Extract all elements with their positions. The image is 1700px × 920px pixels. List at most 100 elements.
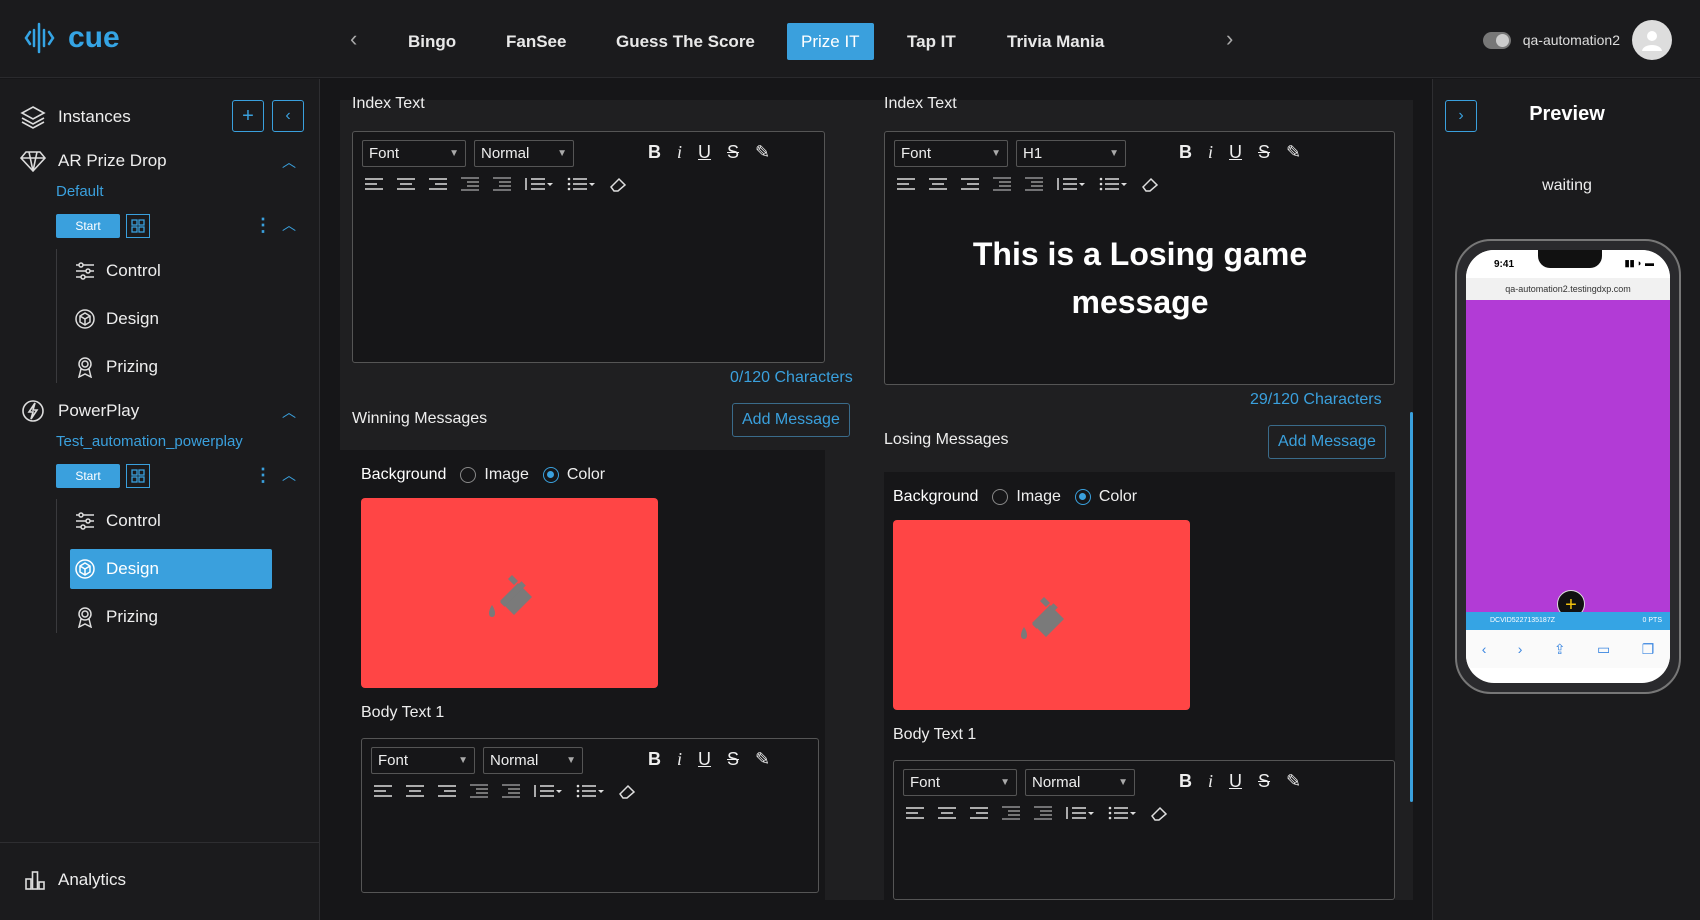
qr-code-button[interactable] xyxy=(126,464,150,488)
group-powerplay[interactable]: PowerPlay xyxy=(20,399,139,423)
tab-guess-the-score[interactable]: Guess The Score xyxy=(602,23,769,60)
indent-icon[interactable] xyxy=(502,784,520,798)
scrollbar[interactable] xyxy=(1410,412,1413,802)
address-bar[interactable]: qa-automation2.testingdxp.com xyxy=(1466,278,1670,300)
bullet-list-icon[interactable] xyxy=(1099,177,1127,191)
strikethrough-icon[interactable]: S xyxy=(727,749,739,770)
color-radio[interactable]: Color xyxy=(542,466,605,484)
underline-icon[interactable]: U xyxy=(698,142,711,163)
outdent-icon[interactable] xyxy=(993,177,1011,191)
chevron-up-icon[interactable]: ︿ xyxy=(282,215,296,235)
font-select[interactable]: Font ▼ xyxy=(894,140,1008,167)
eraser-icon[interactable] xyxy=(1141,176,1159,192)
eraser-icon[interactable] xyxy=(609,176,627,192)
bullet-list-icon[interactable] xyxy=(567,177,595,191)
highlighter-icon[interactable]: ✎ xyxy=(755,749,770,770)
bullet-list-icon[interactable] xyxy=(1108,806,1136,820)
sidebar-item-control[interactable]: Control xyxy=(70,251,272,291)
tab-prize-it[interactable]: Prize IT xyxy=(787,23,874,60)
underline-icon[interactable]: U xyxy=(698,749,711,770)
align-right-icon[interactable] xyxy=(961,177,979,191)
logo[interactable]: cue xyxy=(24,20,120,56)
back-icon[interactable]: ‹ xyxy=(1482,641,1487,657)
image-radio[interactable]: Image xyxy=(460,466,529,484)
font-select[interactable]: Font ▼ xyxy=(362,140,466,167)
avatar[interactable] xyxy=(1632,20,1672,60)
align-center-icon[interactable] xyxy=(397,177,415,191)
italic-icon[interactable]: i xyxy=(677,142,682,163)
chevron-left-icon[interactable]: ‹ xyxy=(350,26,357,52)
outdent-icon[interactable] xyxy=(1002,806,1020,820)
body-text-editor[interactable]: Font ▼ Normal ▼ Bi U S ✎ xyxy=(893,760,1395,900)
strikethrough-icon[interactable]: S xyxy=(727,142,739,163)
sidebar-item-prizing[interactable]: Prizing xyxy=(70,347,272,387)
index-text-editor[interactable]: Font ▼ Normal ▼ Bi U S ✎ xyxy=(352,131,825,363)
size-select[interactable]: Normal ▼ xyxy=(483,747,583,774)
chevron-up-icon[interactable]: ︿ xyxy=(282,402,296,422)
user-menu[interactable]: qa-automation2 xyxy=(1482,20,1672,60)
tabs-icon[interactable]: ❐ xyxy=(1642,641,1655,658)
bold-icon[interactable]: B xyxy=(1179,142,1192,163)
strikethrough-icon[interactable]: S xyxy=(1258,142,1270,163)
indent-icon[interactable] xyxy=(493,177,511,191)
add-message-button[interactable]: Add Message xyxy=(732,403,850,437)
start-button[interactable]: Start xyxy=(56,214,120,238)
ordered-list-icon[interactable] xyxy=(1066,806,1094,820)
italic-icon[interactable]: i xyxy=(1208,142,1213,163)
sidebar-item-prizing[interactable]: Prizing xyxy=(70,597,272,637)
underline-icon[interactable]: U xyxy=(1229,771,1242,792)
index-text-editor[interactable]: Font ▼ H1 ▼ Bi U S ✎ This is a Losing game me… xyxy=(884,131,1395,385)
chevron-right-icon[interactable]: › xyxy=(1226,26,1233,52)
collapse-sidebar-button[interactable]: ‹ xyxy=(272,100,304,132)
sidebar-item-design[interactable]: Design xyxy=(70,549,272,589)
theme-toggle[interactable] xyxy=(1482,31,1511,49)
outdent-icon[interactable] xyxy=(461,177,479,191)
align-left-icon[interactable] xyxy=(365,177,383,191)
color-swatch[interactable] xyxy=(893,520,1190,710)
bold-icon[interactable]: B xyxy=(648,142,661,163)
bookmarks-icon[interactable]: ▭ xyxy=(1597,641,1610,658)
sidebar-item-control[interactable]: Control xyxy=(70,501,272,541)
align-left-icon[interactable] xyxy=(897,177,915,191)
bullet-list-icon[interactable] xyxy=(576,784,604,798)
highlighter-icon[interactable]: ✎ xyxy=(1286,771,1301,792)
align-center-icon[interactable] xyxy=(929,177,947,191)
align-center-icon[interactable] xyxy=(406,784,424,798)
strikethrough-icon[interactable]: S xyxy=(1258,771,1270,792)
align-left-icon[interactable] xyxy=(374,784,392,798)
group-subtitle[interactable]: Default xyxy=(56,183,104,200)
ordered-list-icon[interactable] xyxy=(525,177,553,191)
align-right-icon[interactable] xyxy=(429,177,447,191)
align-right-icon[interactable] xyxy=(438,784,456,798)
font-select[interactable]: Font ▼ xyxy=(371,747,475,774)
chevron-up-icon[interactable]: ︿ xyxy=(282,465,296,485)
qr-code-button[interactable] xyxy=(126,214,150,238)
ordered-list-icon[interactable] xyxy=(534,784,562,798)
bold-icon[interactable]: B xyxy=(1179,771,1192,792)
size-select[interactable]: Normal ▼ xyxy=(474,140,574,167)
more-options-icon[interactable]: ⋮ xyxy=(254,465,272,486)
ordered-list-icon[interactable] xyxy=(1057,177,1085,191)
more-options-icon[interactable]: ⋮ xyxy=(254,215,272,236)
add-instance-button[interactable]: + xyxy=(232,100,264,132)
align-right-icon[interactable] xyxy=(970,806,988,820)
index-text-content[interactable]: This is a Losing game message xyxy=(940,230,1340,326)
group-ar-prize-drop[interactable]: AR Prize Drop xyxy=(20,149,167,173)
underline-icon[interactable]: U xyxy=(1229,142,1242,163)
highlighter-icon[interactable]: ✎ xyxy=(1286,142,1301,163)
color-radio[interactable]: Color xyxy=(1074,488,1137,506)
outdent-icon[interactable] xyxy=(470,784,488,798)
tab-tap-it[interactable]: Tap IT xyxy=(893,23,970,60)
tab-fansee[interactable]: FanSee xyxy=(492,23,580,60)
body-text-editor[interactable]: Font ▼ Normal ▼ Bi U S ✎ xyxy=(361,738,819,893)
analytics-link[interactable]: Analytics xyxy=(24,869,126,891)
eraser-icon[interactable] xyxy=(1150,805,1168,821)
image-radio[interactable]: Image xyxy=(992,488,1061,506)
indent-icon[interactable] xyxy=(1034,806,1052,820)
indent-icon[interactable] xyxy=(1025,177,1043,191)
group-subtitle[interactable]: Test_automation_powerplay xyxy=(56,433,243,450)
color-swatch[interactable] xyxy=(361,498,658,688)
font-select[interactable]: Font ▼ xyxy=(903,769,1017,796)
chevron-up-icon[interactable]: ︿ xyxy=(282,152,296,172)
tab-trivia-mania[interactable]: Trivia Mania xyxy=(993,23,1118,60)
